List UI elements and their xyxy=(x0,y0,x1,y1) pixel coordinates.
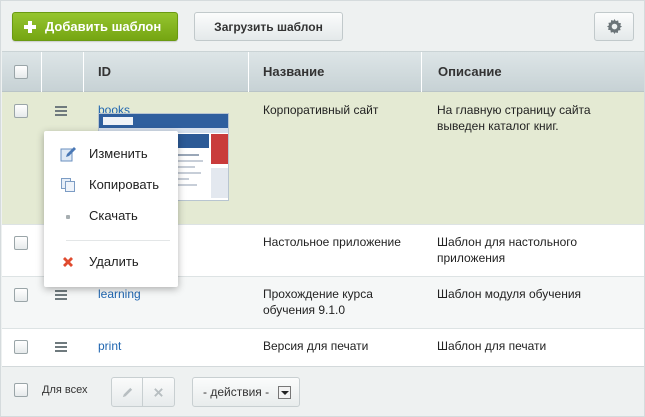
row-checkbox[interactable] xyxy=(14,236,28,250)
menu-item-label: Скачать xyxy=(89,208,138,223)
row-menu-icon[interactable] xyxy=(55,106,67,116)
copy-icon xyxy=(61,178,75,192)
template-name-line: обучения 9.1.0 xyxy=(263,303,346,317)
menu-separator xyxy=(66,240,170,241)
close-icon xyxy=(154,387,163,397)
load-template-label: Загрузить шаблон xyxy=(214,19,323,34)
menu-item-download[interactable]: Скачать xyxy=(44,204,178,228)
row-menu-icon[interactable] xyxy=(55,342,67,352)
row-checkbox[interactable] xyxy=(14,104,28,118)
select-all-checkbox[interactable] xyxy=(14,65,28,79)
for-all-label: Для всех xyxy=(42,384,88,396)
download-dot-icon xyxy=(66,215,70,219)
template-description-line: Шаблон для печати xyxy=(437,339,547,353)
template-name: Версия для печати xyxy=(263,339,369,353)
column-header-name[interactable]: Название xyxy=(249,52,422,92)
actions-select-value: - действия - xyxy=(203,385,270,399)
add-template-button[interactable]: Добавить шаблон xyxy=(12,12,178,41)
row-checkbox[interactable] xyxy=(14,288,28,302)
template-description-line: На главную страницу сайта xyxy=(437,103,591,117)
edit-icon xyxy=(60,147,76,162)
for-all-checkbox[interactable] xyxy=(14,383,28,397)
menu-item-edit[interactable]: Изменить xyxy=(44,142,178,166)
template-id-link[interactable]: learning xyxy=(98,287,141,301)
header-actions-cell xyxy=(42,52,84,92)
menu-item-label: Удалить xyxy=(89,254,139,269)
actions-select[interactable]: - действия - xyxy=(192,377,300,407)
group-actions-footer: Для всех - действия - xyxy=(2,368,644,416)
menu-item-label: Копировать xyxy=(89,177,159,192)
load-template-button[interactable]: Загрузить шаблон xyxy=(194,12,343,41)
menu-item-delete[interactable]: Удалить xyxy=(44,250,178,274)
gear-icon xyxy=(606,19,622,34)
template-id-link[interactable]: print xyxy=(98,339,121,353)
pencil-icon xyxy=(122,387,132,397)
column-header-description[interactable]: Описание xyxy=(422,52,644,92)
row-menu-icon[interactable] xyxy=(55,290,67,300)
template-description-line: Шаблон для настольного xyxy=(437,235,578,249)
templates-panel: Добавить шаблон Загрузить шаблон ID Назв… xyxy=(0,0,645,417)
template-description-line: Шаблон модуля обучения xyxy=(437,287,582,301)
delete-icon xyxy=(63,257,73,267)
chevron-down-icon xyxy=(278,386,291,399)
settings-button[interactable] xyxy=(594,12,634,41)
header-checkbox-cell xyxy=(2,52,42,92)
row-context-menu: Изменить Копировать Скачать Удалить xyxy=(44,131,178,287)
menu-item-label: Изменить xyxy=(89,146,148,161)
template-name: Корпоративный сайт xyxy=(263,103,379,117)
toolbar: Добавить шаблон Загрузить шаблон xyxy=(1,1,645,51)
table-row[interactable]: print Версия для печати Шаблон для печат… xyxy=(2,329,644,367)
group-edit-button[interactable] xyxy=(111,377,143,407)
group-delete-button[interactable] xyxy=(143,377,175,407)
template-description-line: приложения xyxy=(437,251,506,265)
table-header: ID Название Описание xyxy=(2,51,644,92)
add-template-label: Добавить шаблон xyxy=(45,19,162,34)
menu-item-copy[interactable]: Копировать xyxy=(44,173,178,197)
row-checkbox[interactable] xyxy=(14,340,28,354)
plus-icon xyxy=(24,20,36,33)
column-header-id[interactable]: ID xyxy=(84,52,249,92)
template-name: Настольное приложение xyxy=(263,235,401,249)
template-name-line: Прохождение курса xyxy=(263,287,373,301)
template-description-line: выведен каталог книг. xyxy=(437,119,559,133)
